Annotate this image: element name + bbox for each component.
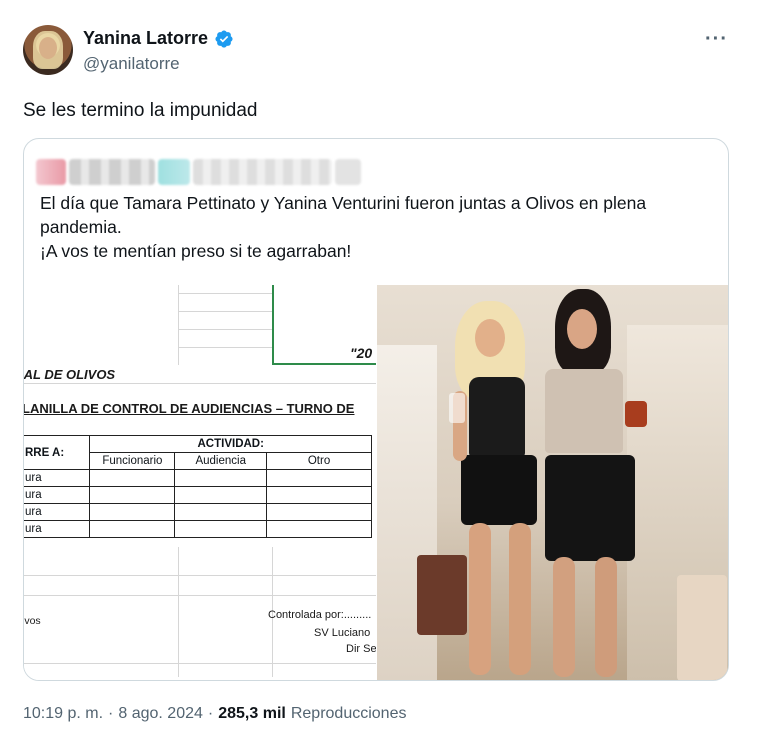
verified-badge-icon — [215, 29, 233, 48]
handle[interactable]: @yanilatorre — [83, 54, 180, 74]
separator: · — [108, 705, 114, 722]
photo-image[interactable] — [377, 285, 728, 680]
doc-row: ura — [24, 469, 91, 487]
doc-header: Otro — [266, 452, 372, 470]
doc-activity: ACTIVIDAD: — [89, 435, 372, 453]
doc-header: Funcionario — [89, 452, 176, 470]
tweet-time[interactable]: 10:19 p. m. — [23, 705, 103, 723]
doc-controlled-by: Controlada por:......... — [268, 609, 372, 621]
tweet-date[interactable]: 8 ago. 2024 — [118, 705, 203, 723]
quoted-text-line-1: El día que Tamara Pettinato y Yanina Ven… — [40, 193, 647, 237]
quoted-media[interactable]: "20 IAL DE OLIVOS LANILLA DE CONTROL DE … — [24, 285, 728, 680]
doc-sv: SV Luciano — [314, 627, 371, 639]
doc-row: ura — [24, 503, 91, 521]
tweet-text: Se les termino la impunidad — [23, 100, 258, 121]
doc-org: IAL DE OLIVOS — [24, 367, 116, 382]
quoted-tweet[interactable]: El día que Tamara Pettinato y Yanina Ven… — [23, 138, 729, 681]
doc-header: Audiencia — [174, 452, 268, 470]
doc-title: LANILLA DE CONTROL DE AUDIENCIAS – TURNO… — [24, 401, 355, 416]
doc-row: ura — [24, 486, 91, 504]
doc-year: "20 — [350, 345, 373, 361]
document-image[interactable]: "20 IAL DE OLIVOS LANILLA DE CONTROL DE … — [24, 285, 376, 680]
doc-dir: Dir Se — [346, 643, 376, 655]
display-name[interactable]: Yanina Latorre — [83, 28, 208, 49]
doc-table: RRE A: ACTIVIDAD: Funcionario Audiencia … — [24, 435, 372, 538]
doc-col-a: RRE A: — [24, 435, 91, 470]
avatar[interactable] — [23, 25, 73, 75]
tweet-metadata: 10:19 p. m. · 8 ago. 2024 · 285,3 mil Re… — [23, 705, 406, 723]
quoted-tweet-text: El día que Tamara Pettinato y Yanina Ven… — [40, 191, 720, 263]
quoted-text-line-2: ¡A vos te mentían preso si te agarraban! — [40, 241, 352, 261]
doc-row: ura — [24, 520, 91, 538]
views-count: 285,3 mil — [218, 705, 286, 722]
more-options-icon[interactable]: ··· — [705, 28, 728, 51]
doc-footer-left: ivos — [24, 615, 41, 627]
author-name-row[interactable]: Yanina Latorre — [83, 28, 234, 49]
views-label: Reproducciones — [290, 705, 407, 722]
tweet: Yanina Latorre @yanilatorre ··· Se les t… — [0, 0, 767, 733]
separator: · — [207, 705, 214, 722]
quoted-author-blurred — [36, 159, 361, 185]
